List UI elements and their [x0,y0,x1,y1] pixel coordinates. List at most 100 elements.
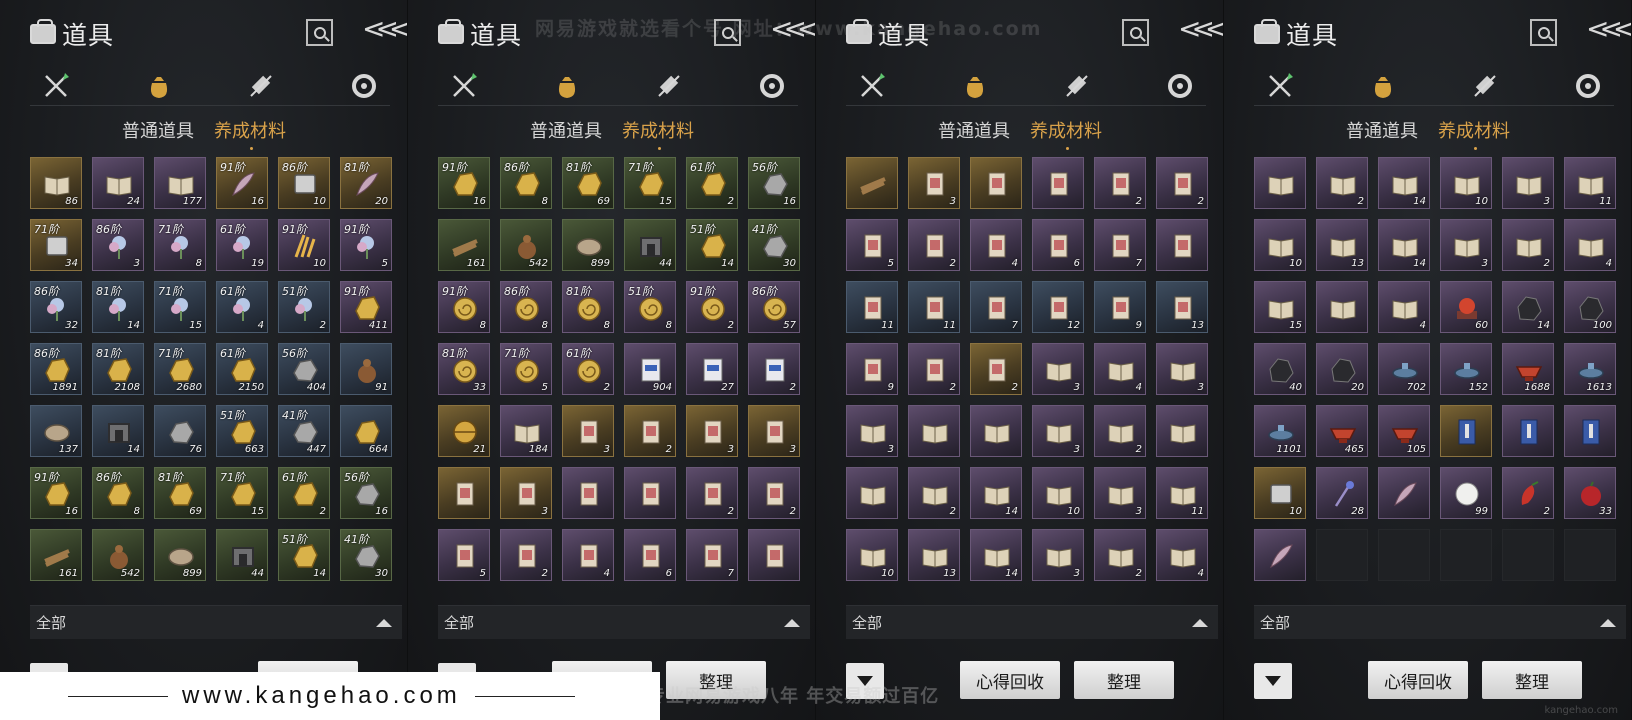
category-tab-pouch[interactable] [143,70,175,102]
item-slot[interactable]: 11 [908,281,960,333]
item-slot[interactable]: 664 [340,405,392,457]
category-tab-weapons[interactable] [40,70,72,102]
item-slot[interactable]: 91阶 8 [438,281,490,333]
item-slot[interactable]: 24 [92,157,144,209]
item-slot[interactable]: 71阶 15 [216,467,268,519]
item-slot[interactable]: 81阶 69 [562,157,614,209]
item-slot[interactable]: 11 [1564,157,1616,209]
item-slot[interactable]: 81阶 14 [92,281,144,333]
item-slot[interactable]: 105 [1378,405,1430,457]
item-slot[interactable]: 13 [908,529,960,581]
item-slot[interactable]: 1688 [1502,343,1554,395]
category-tab-scroll[interactable] [1061,70,1093,102]
item-slot[interactable]: 86阶 3 [92,219,144,271]
back-button[interactable]: <<< [770,12,815,45]
item-slot[interactable]: 11 [846,281,898,333]
tab-common-items[interactable]: 普通道具 [1346,117,1418,143]
item-slot[interactable]: 10 [1254,219,1306,271]
item-slot[interactable]: 904 [624,343,676,395]
item-slot[interactable] [1440,405,1492,457]
back-button[interactable]: <<< [1178,12,1223,45]
item-slot[interactable]: 4 [970,219,1022,271]
item-slot[interactable]: 2 [970,343,1022,395]
item-slot[interactable]: 11 [1156,467,1208,519]
item-slot[interactable]: 14 [1378,219,1430,271]
item-slot[interactable]: 56阶 16 [340,467,392,519]
item-slot[interactable]: 6 [1032,219,1084,271]
item-slot[interactable]: 9 [846,343,898,395]
item-slot[interactable]: 14 [1378,157,1430,209]
item-slot[interactable] [970,157,1022,209]
category-tab-settings[interactable] [348,70,380,102]
item-slot[interactable]: 81阶 8 [562,281,614,333]
category-tab-scroll[interactable] [245,70,277,102]
sort-filter-button[interactable] [846,663,884,699]
item-slot[interactable] [562,467,614,519]
item-slot[interactable]: 4 [1564,219,1616,271]
item-slot[interactable] [1156,219,1208,271]
item-slot[interactable]: 44 [216,529,268,581]
filter-dropdown[interactable]: 全部 [438,605,810,639]
tab-materials[interactable]: 养成材料 [214,117,286,150]
item-slot[interactable] [970,405,1022,457]
tab-materials[interactable]: 养成材料 [1030,117,1102,150]
item-slot[interactable]: 542 [92,529,144,581]
item-slot[interactable]: 10 [846,529,898,581]
item-slot[interactable]: 2 [1502,219,1554,271]
recycle-button[interactable]: 心得回收 [1368,661,1468,699]
item-slot[interactable]: 91阶 16 [438,157,490,209]
item-slot[interactable]: 161 [30,529,82,581]
recycle-button[interactable]: 心得回收 [960,661,1060,699]
arrange-button[interactable]: 整理 [1482,661,1582,699]
item-slot[interactable]: 71阶 2680 [154,343,206,395]
item-slot[interactable] [624,467,676,519]
item-slot[interactable]: 86 [30,157,82,209]
item-slot[interactable]: 14 [970,529,1022,581]
item-slot[interactable]: 71阶 34 [30,219,82,271]
item-slot[interactable] [846,157,898,209]
item-slot[interactable]: 7 [686,529,738,581]
item-slot[interactable]: 10 [1254,467,1306,519]
item-slot[interactable]: 10 [1032,467,1084,519]
item-slot[interactable]: 3 [748,405,800,457]
item-slot[interactable]: 2 [748,343,800,395]
item-slot[interactable]: 41阶 30 [340,529,392,581]
item-slot[interactable]: 3 [1094,467,1146,519]
item-slot[interactable]: 71阶 5 [500,343,552,395]
item-slot[interactable]: 9 [1094,281,1146,333]
filter-dropdown[interactable]: 全部 [1254,605,1626,639]
item-slot[interactable]: 61阶 2 [278,467,330,519]
item-slot[interactable]: 86阶 8 [500,157,552,209]
item-slot[interactable]: 14 [92,405,144,457]
category-tab-weapons[interactable] [856,70,888,102]
item-slot[interactable]: 60 [1440,281,1492,333]
item-slot[interactable]: 91阶 16 [30,467,82,519]
item-slot[interactable]: 56阶 16 [748,157,800,209]
item-slot[interactable]: 40 [1254,343,1306,395]
item-slot[interactable]: 81阶 20 [340,157,392,209]
item-slot[interactable]: 27 [686,343,738,395]
item-slot[interactable]: 91阶 411 [340,281,392,333]
item-slot[interactable] [1316,281,1368,333]
item-slot[interactable]: 61阶 2 [686,157,738,209]
item-slot[interactable]: 3 [1032,529,1084,581]
item-slot[interactable]: 51阶 663 [216,405,268,457]
item-slot[interactable]: 7 [970,281,1022,333]
item-slot[interactable]: 13 [1156,281,1208,333]
back-button[interactable]: <<< [362,12,407,45]
item-slot[interactable]: 4 [1094,343,1146,395]
filter-dropdown[interactable]: 全部 [30,605,402,639]
item-slot[interactable]: 86阶 8 [92,467,144,519]
item-slot[interactable]: 3 [1032,405,1084,457]
item-slot[interactable]: 71阶 15 [154,281,206,333]
item-slot[interactable]: 91阶 5 [340,219,392,271]
category-tab-scroll[interactable] [653,70,685,102]
item-slot[interactable]: 91 [340,343,392,395]
tab-common-items[interactable]: 普通道具 [122,117,194,143]
item-slot[interactable]: 7 [1094,219,1146,271]
item-slot[interactable] [1254,529,1306,581]
item-slot[interactable]: 5 [438,529,490,581]
tab-common-items[interactable]: 普通道具 [938,117,1010,143]
item-slot[interactable]: 41阶 447 [278,405,330,457]
item-slot[interactable]: 61阶 19 [216,219,268,271]
